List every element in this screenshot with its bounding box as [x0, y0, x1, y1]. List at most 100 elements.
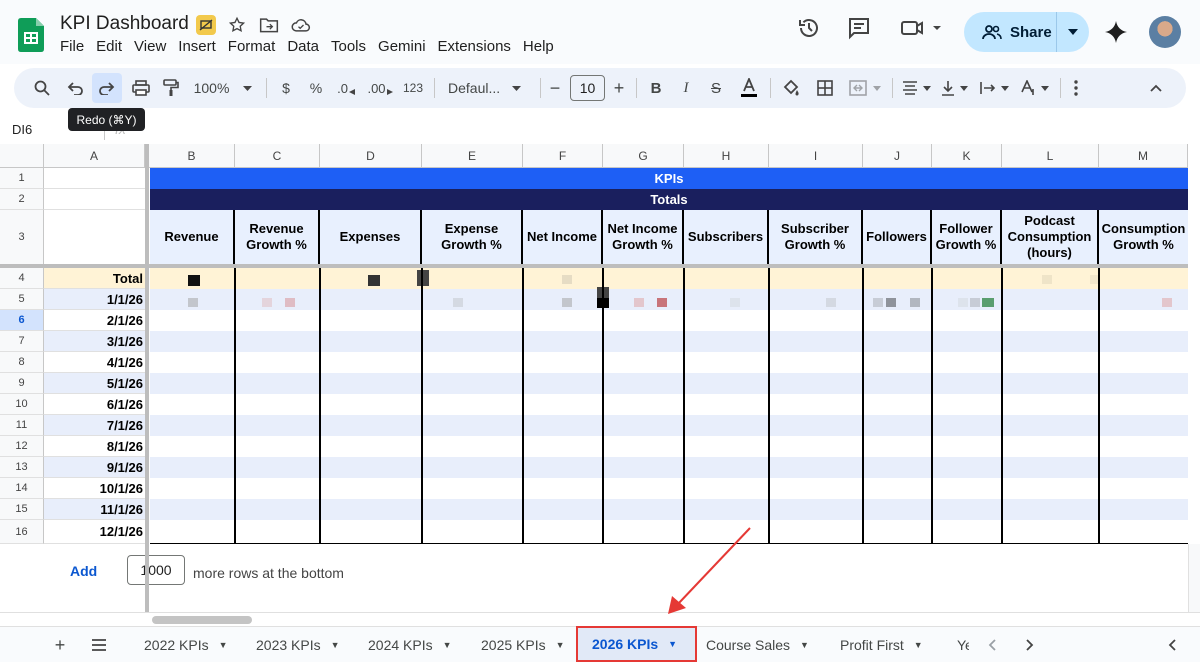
column-header-g[interactable]: G: [603, 144, 684, 168]
font-select[interactable]: Defaul...: [444, 68, 530, 108]
sheet-tab-2025[interactable]: 2025 KPIs ▼: [481, 627, 565, 662]
row-label-date[interactable]: 2/1/26: [44, 310, 145, 331]
column-header-e[interactable]: E: [422, 144, 523, 168]
sheet-tab-2024[interactable]: 2024 KPIs ▼: [368, 627, 452, 662]
row-header[interactable]: 9: [0, 373, 44, 394]
header-followers[interactable]: Followers: [863, 210, 932, 265]
menu-file[interactable]: File: [60, 38, 84, 55]
data-row[interactable]: [150, 394, 1188, 415]
data-row[interactable]: [150, 352, 1188, 373]
row-header[interactable]: 12: [0, 436, 44, 457]
header-podcast-consumption[interactable]: Podcast Consumption (hours): [1002, 210, 1099, 265]
data-row[interactable]: [150, 478, 1188, 499]
paint-format-icon[interactable]: [158, 68, 184, 108]
horizontal-scroll-thumb[interactable]: [152, 616, 252, 624]
column-header-j[interactable]: J: [863, 144, 932, 168]
row-label-date[interactable]: 1/1/26: [44, 289, 145, 310]
row-label-date[interactable]: 8/1/26: [44, 436, 145, 457]
text-rotation-icon[interactable]: [1016, 68, 1052, 108]
presentation-badge-icon[interactable]: [196, 15, 216, 35]
redo-icon[interactable]: [92, 73, 122, 103]
header-consumption-growth[interactable]: Consumption Growth %: [1099, 210, 1188, 265]
column-header-b[interactable]: B: [149, 144, 235, 168]
menu-extensions[interactable]: Extensions: [438, 38, 511, 55]
menu-insert[interactable]: Insert: [178, 38, 216, 55]
currency-format-button[interactable]: $: [276, 68, 296, 108]
header-subscribers[interactable]: Subscribers: [684, 210, 769, 265]
row-label-date[interactable]: 10/1/26: [44, 478, 145, 499]
menu-help[interactable]: Help: [523, 38, 554, 55]
vertical-scrollbar[interactable]: [1188, 544, 1200, 612]
row-header[interactable]: 16: [0, 520, 44, 544]
column-header-h[interactable]: H: [684, 144, 769, 168]
row-header[interactable]: 13: [0, 457, 44, 478]
undo-icon[interactable]: [62, 68, 88, 108]
menu-view[interactable]: View: [134, 38, 166, 55]
row-header[interactable]: 5: [0, 289, 44, 310]
header-follower-growth[interactable]: Follower Growth %: [932, 210, 1002, 265]
menu-format[interactable]: Format: [228, 38, 276, 55]
add-rows-button[interactable]: Add: [70, 563, 97, 579]
data-row[interactable]: [150, 499, 1188, 520]
kpis-band[interactable]: KPIs: [150, 168, 1188, 189]
data-row[interactable]: [150, 289, 1188, 310]
sheet-tab-2026-active[interactable]: 2026 KPIs ▼: [576, 626, 697, 662]
header-expenses[interactable]: Expenses: [320, 210, 422, 265]
data-row[interactable]: [150, 436, 1188, 457]
print-icon[interactable]: [128, 68, 154, 108]
row-label-date[interactable]: 12/1/26: [44, 520, 145, 544]
borders-icon[interactable]: [812, 68, 838, 108]
share-button[interactable]: Share: [964, 12, 1089, 52]
column-header-k[interactable]: K: [932, 144, 1002, 168]
menu-gemini[interactable]: Gemini: [378, 38, 426, 55]
percent-format-button[interactable]: %: [306, 68, 326, 108]
header-expense-growth[interactable]: Expense Growth %: [422, 210, 523, 265]
text-wrapping-icon[interactable]: [976, 68, 1012, 108]
sheet-tab-2022[interactable]: 2022 KPIs ▼: [144, 627, 228, 662]
scroll-tabs-left-icon[interactable]: [984, 627, 1000, 662]
italic-icon[interactable]: I: [674, 68, 698, 108]
increase-font-size-icon[interactable]: +: [610, 68, 628, 108]
column-header-f[interactable]: F: [523, 144, 603, 168]
row-label-date[interactable]: 4/1/26: [44, 352, 145, 373]
header-subscriber-growth[interactable]: Subscriber Growth %: [769, 210, 863, 265]
font-size-input[interactable]: 10: [570, 75, 605, 101]
row-header[interactable]: 4: [0, 268, 44, 289]
scroll-tabs-right-icon[interactable]: [1022, 627, 1038, 662]
row-label-date[interactable]: 11/1/26: [44, 499, 145, 520]
frozen-column-divider[interactable]: [145, 144, 149, 544]
merge-cells-icon[interactable]: [844, 68, 886, 108]
header-revenue[interactable]: Revenue: [150, 210, 235, 265]
sheets-logo-icon[interactable]: [18, 18, 44, 52]
totals-band[interactable]: Totals: [150, 189, 1188, 210]
share-dropdown-icon[interactable]: [1057, 12, 1089, 52]
column-header-i[interactable]: I: [769, 144, 863, 168]
column-header-c[interactable]: C: [235, 144, 320, 168]
row-header[interactable]: 8: [0, 352, 44, 373]
add-rows-count-input[interactable]: 1000: [127, 555, 185, 585]
sheet-tab-2023[interactable]: 2023 KPIs ▼: [256, 627, 340, 662]
vertical-align-icon[interactable]: [936, 68, 972, 108]
data-row[interactable]: [150, 331, 1188, 352]
row-header[interactable]: 2: [0, 189, 44, 210]
column-header-l[interactable]: L: [1002, 144, 1099, 168]
decrease-font-size-icon[interactable]: −: [546, 68, 564, 108]
column-header-m[interactable]: M: [1099, 144, 1188, 168]
meet-video-icon[interactable]: [900, 16, 942, 45]
row-header[interactable]: 1: [0, 168, 44, 189]
strikethrough-icon[interactable]: S: [704, 68, 728, 108]
header-net-income-growth[interactable]: Net Income Growth %: [603, 210, 684, 265]
data-row[interactable]: [150, 373, 1188, 394]
row-label-date[interactable]: 7/1/26: [44, 415, 145, 436]
row-header-selected[interactable]: 6: [0, 310, 44, 331]
fill-color-icon[interactable]: [778, 68, 804, 108]
increase-decimal-button[interactable]: .00: [364, 68, 396, 108]
menu-edit[interactable]: Edit: [96, 38, 122, 55]
menu-tools[interactable]: Tools: [331, 38, 366, 55]
version-history-icon[interactable]: [797, 16, 821, 45]
data-row[interactable]: [150, 520, 1188, 544]
sheet-tab-truncated[interactable]: Ye: [957, 627, 969, 662]
document-title[interactable]: KPI Dashboard: [60, 13, 189, 35]
search-menus-icon[interactable]: [30, 68, 54, 108]
horizontal-scrollbar[interactable]: [0, 612, 1200, 626]
